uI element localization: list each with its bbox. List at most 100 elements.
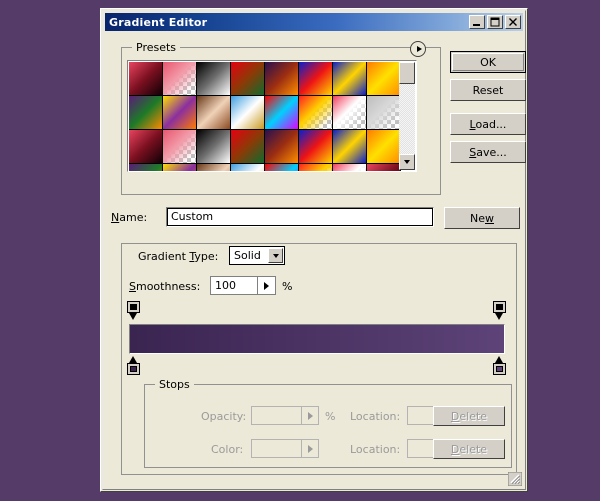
presets-scrollbar[interactable]: [399, 62, 415, 170]
preset-swatch[interactable]: [231, 62, 265, 96]
color-location-label: Location:: [350, 443, 401, 456]
window-controls: [469, 15, 523, 29]
preset-swatch[interactable]: [231, 96, 265, 130]
preset-swatch-fill: [197, 96, 230, 129]
preset-swatch-fill: [299, 130, 332, 163]
preset-swatch[interactable]: [333, 164, 367, 171]
reset-button-label: Reset: [472, 83, 504, 97]
preset-swatch-fill: [129, 96, 162, 129]
minimize-button[interactable]: [469, 15, 485, 29]
preset-swatch[interactable]: [163, 62, 197, 96]
preset-swatch[interactable]: [163, 96, 197, 130]
presets-list[interactable]: [127, 60, 417, 172]
new-button-label: New: [470, 211, 494, 225]
preset-swatch-fill: [333, 96, 366, 129]
preset-swatch-fill: [299, 164, 332, 171]
gradient-type-select[interactable]: Solid: [229, 246, 285, 265]
smoothness-unit: %: [282, 280, 293, 293]
preset-swatch-fill: [333, 130, 366, 163]
preset-swatch[interactable]: [129, 130, 163, 164]
preset-swatch[interactable]: [129, 96, 163, 130]
scrollbar-thumb[interactable]: [399, 62, 415, 84]
preset-swatch-fill: [265, 96, 298, 129]
preset-swatch[interactable]: [299, 164, 333, 171]
preset-swatch[interactable]: [163, 164, 197, 171]
presets-group: Presets: [121, 41, 441, 195]
opacity-stop-right[interactable]: [493, 301, 506, 320]
preset-swatch-fill: [129, 130, 162, 163]
close-button[interactable]: [505, 15, 521, 29]
preset-swatch-fill: [231, 130, 264, 163]
preset-swatch[interactable]: [197, 62, 231, 96]
preset-swatch[interactable]: [299, 62, 333, 96]
color-stop-left-chip: [130, 366, 137, 372]
load-button[interactable]: Load...: [450, 113, 526, 135]
preset-swatch[interactable]: [367, 96, 401, 130]
smoothness-label: Smoothness:: [129, 280, 201, 293]
reset-button[interactable]: Reset: [450, 79, 526, 101]
preset-swatch[interactable]: [265, 96, 299, 130]
preset-swatch[interactable]: [163, 130, 197, 164]
preset-swatch[interactable]: [299, 96, 333, 130]
window-title: Gradient Editor: [109, 15, 208, 29]
ok-button[interactable]: OK: [450, 51, 526, 73]
preset-swatch[interactable]: [197, 130, 231, 164]
maximize-icon: [490, 17, 500, 27]
preset-swatch[interactable]: [197, 164, 231, 171]
opacity-input: [251, 406, 319, 425]
scrollbar-track[interactable]: [399, 78, 415, 154]
name-label: Name:: [111, 211, 148, 224]
gradient-type-label: Gradient Type:: [138, 250, 219, 263]
preset-swatch[interactable]: [299, 130, 333, 164]
preset-swatch-fill: [333, 62, 366, 95]
preset-swatch[interactable]: [197, 96, 231, 130]
gradient-type-label-rest: ype:: [194, 250, 219, 263]
stops-group: Stops Opacity: % Location: % Delete Colo…: [144, 378, 512, 468]
new-button[interactable]: New: [444, 207, 520, 229]
preset-swatch[interactable]: [333, 62, 367, 96]
smoothness-field[interactable]: 100: [210, 276, 276, 295]
resize-grip-icon[interactable]: [508, 472, 522, 486]
preset-swatch-fill: [265, 130, 298, 163]
title-bar[interactable]: Gradient Editor: [105, 13, 523, 31]
opacity-delete-button: Delete: [433, 406, 505, 426]
preset-swatch[interactable]: [265, 130, 299, 164]
opacity-delete-rest: elete: [459, 409, 488, 423]
preset-swatch[interactable]: [129, 164, 163, 171]
ok-button-label: OK: [480, 55, 496, 69]
gradient-type-value: Solid: [234, 249, 261, 262]
preset-swatch-fill: [129, 164, 162, 171]
maximize-button[interactable]: [487, 15, 503, 29]
slider-popup-arrow-icon[interactable]: [257, 277, 275, 294]
preset-swatch[interactable]: [231, 164, 265, 171]
preset-swatch[interactable]: [265, 164, 299, 171]
save-button-label: Save...: [469, 145, 507, 159]
preset-swatch-fill: [367, 130, 400, 163]
preset-swatch-fill: [367, 62, 400, 95]
chevron-down-icon[interactable]: [268, 248, 283, 263]
preset-swatch[interactable]: [231, 130, 265, 164]
gradient-preview-bar[interactable]: [129, 324, 505, 354]
preset-swatch[interactable]: [367, 62, 401, 96]
preset-swatch[interactable]: [367, 164, 401, 171]
color-picker-arrow-icon: [301, 440, 318, 457]
preset-swatch[interactable]: [333, 96, 367, 130]
preset-swatch-grid: [129, 62, 401, 171]
preset-swatch-fill: [197, 62, 230, 95]
gradient-preview-fill: [130, 325, 504, 353]
stops-legend: Stops: [155, 378, 194, 391]
color-stop-left[interactable]: [127, 356, 140, 375]
color-stop-right[interactable]: [493, 356, 506, 375]
scroll-down-button[interactable]: [399, 154, 415, 170]
opacity-stop-left[interactable]: [127, 301, 140, 320]
preset-swatch[interactable]: [265, 62, 299, 96]
save-button[interactable]: Save...: [450, 141, 526, 163]
scroll-down-icon: [404, 160, 410, 164]
presets-menu-arrow-icon[interactable]: [410, 41, 426, 57]
preset-swatch[interactable]: [367, 130, 401, 164]
preset-swatch[interactable]: [129, 62, 163, 96]
preset-swatch-fill: [333, 164, 366, 171]
preset-swatch[interactable]: [333, 130, 367, 164]
name-input[interactable]: Custom: [166, 207, 434, 227]
preset-swatch-fill: [197, 130, 230, 163]
